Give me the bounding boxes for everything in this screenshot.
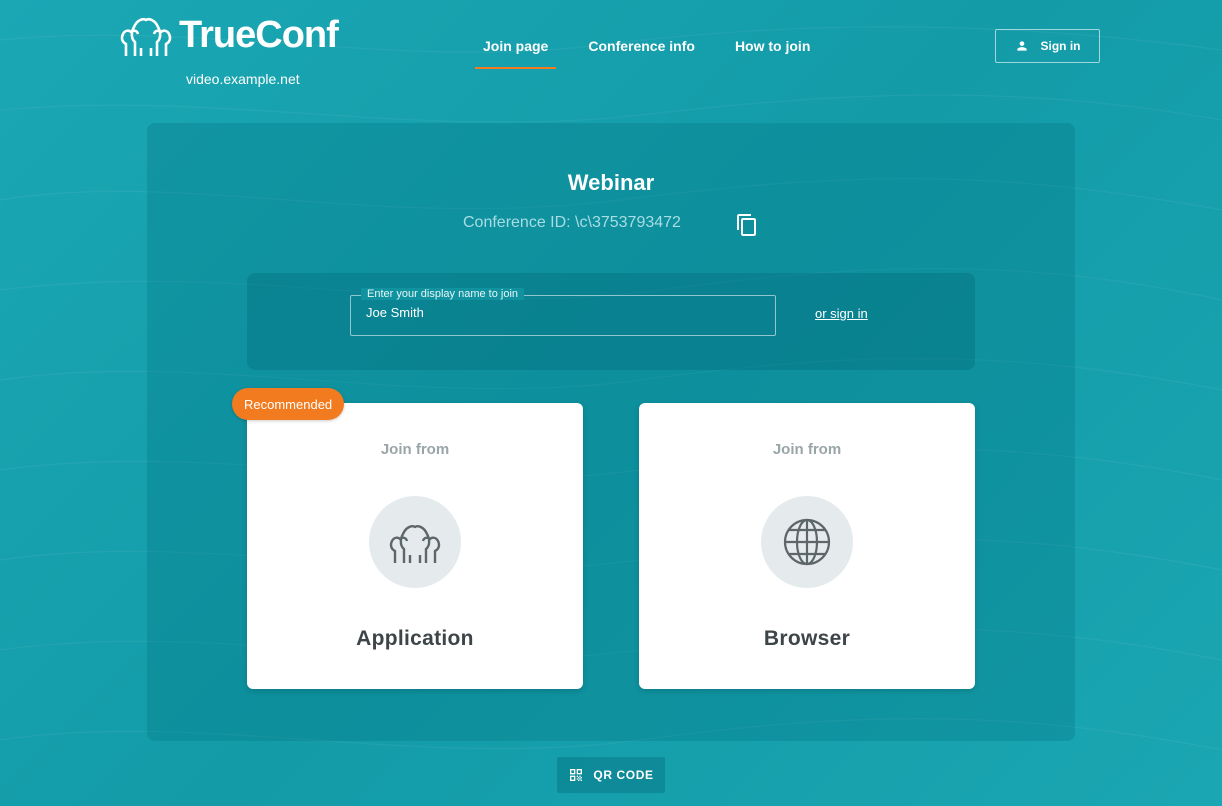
- join-form: Enter your display name to join or sign …: [247, 273, 975, 370]
- globe-icon: [761, 496, 853, 588]
- sign-in-button[interactable]: Sign in: [995, 29, 1100, 63]
- application-title: Application: [356, 627, 474, 650]
- sign-in-label: Sign in: [1040, 39, 1081, 53]
- person-icon: [1016, 41, 1027, 51]
- people-logo-icon: [120, 17, 172, 56]
- qr-code-button[interactable]: QR CODE: [557, 757, 665, 793]
- server-address: video.example.net: [186, 71, 300, 87]
- main-nav: Join page Conference info How to join: [475, 26, 842, 69]
- qr-code-icon: [570, 769, 583, 781]
- conference-id: Conference ID: \c\3753793472: [463, 214, 681, 231]
- display-name-input[interactable]: [366, 305, 756, 320]
- qr-code-label: QR CODE: [593, 768, 654, 782]
- join-application-card[interactable]: Join from Application: [247, 403, 583, 689]
- display-name-field: Enter your display name to join: [350, 288, 776, 336]
- conference-title: Webinar: [567, 170, 655, 195]
- browser-title: Browser: [763, 627, 851, 650]
- conference-panel: Webinar Conference ID: \c\3753793472 Ent…: [147, 123, 1075, 741]
- join-browser-card[interactable]: Join from Browser: [639, 403, 975, 689]
- join-from-label: Join from: [380, 441, 450, 458]
- recommended-badge: Recommended: [232, 388, 345, 420]
- copy-icon[interactable]: [735, 213, 759, 237]
- trueconf-logo[interactable]: TrueConf: [119, 12, 339, 58]
- display-name-label: Enter your display name to join: [361, 288, 525, 300]
- people-icon: [369, 496, 461, 588]
- join-from-label: Join from: [772, 441, 842, 458]
- nav-conference-info[interactable]: Conference info: [580, 26, 703, 69]
- nav-how-to-join[interactable]: How to join: [727, 26, 818, 69]
- brand-name: TrueConf: [179, 14, 339, 56]
- nav-join-page[interactable]: Join page: [475, 26, 557, 69]
- or-sign-in-link[interactable]: or sign in: [815, 306, 868, 321]
